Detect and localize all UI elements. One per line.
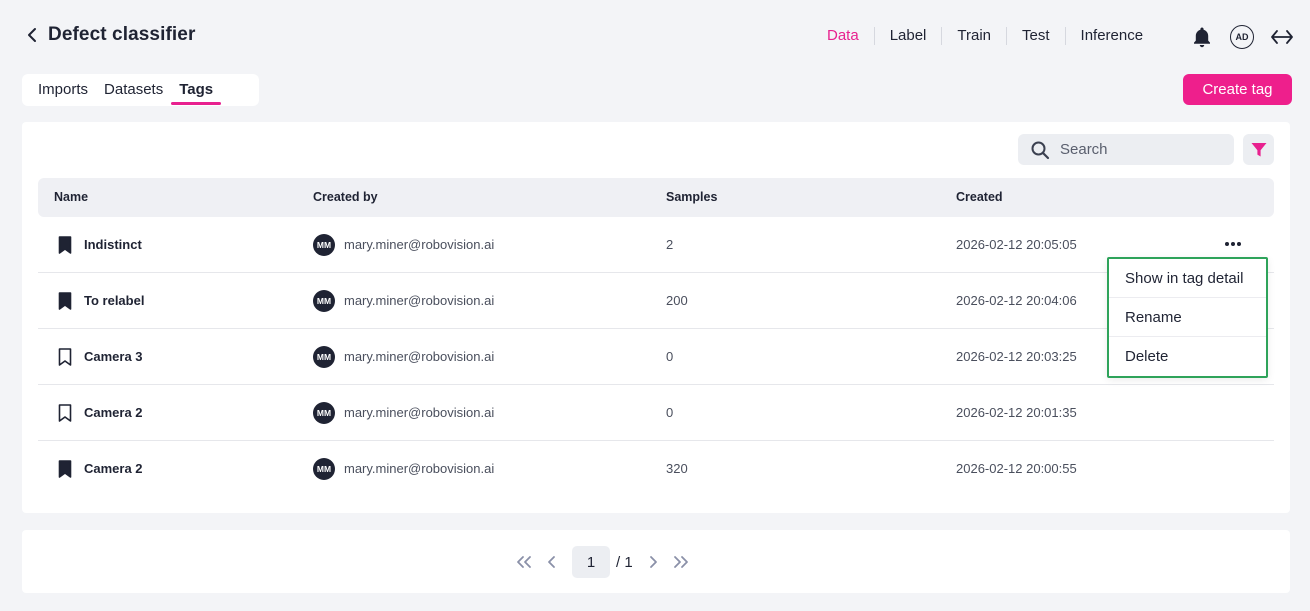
creator-cell: MM mary.miner@robovision.ai (313, 441, 494, 497)
samples-cell: 0 (666, 349, 674, 364)
avatar: MM (313, 346, 335, 368)
chevrons-right-icon (673, 556, 688, 568)
nav-inference[interactable]: Inference (1066, 26, 1159, 46)
tab-imports[interactable]: Imports (30, 74, 96, 106)
tag-name: Camera 2 (84, 461, 143, 476)
page-number-input[interactable] (572, 546, 610, 578)
name-cell: Camera 2 (58, 441, 143, 497)
column-header-samples[interactable]: Samples (666, 178, 717, 217)
row-more-button[interactable] (1222, 233, 1244, 255)
search-input[interactable] (1060, 141, 1220, 158)
create-tag-button[interactable]: Create tag (1183, 74, 1292, 105)
filter-button[interactable] (1243, 134, 1274, 165)
user-avatar[interactable]: AD (1230, 25, 1254, 49)
search-box[interactable] (1018, 134, 1234, 165)
filter-icon (1251, 142, 1266, 156)
more-dots-icon (1225, 242, 1229, 246)
tag-name: Camera 3 (84, 349, 143, 364)
created-cell: 2026-02-12 20:05:05 (956, 237, 1077, 252)
creator-email: mary.miner@robovision.ai (344, 349, 495, 364)
row-context-menu: Show in tag detail Rename Delete (1107, 257, 1268, 378)
pagination: / 1 (510, 546, 695, 578)
chevron-right-icon (649, 556, 657, 568)
name-cell: Indistinct (58, 217, 142, 273)
chevron-left-icon (28, 28, 36, 42)
tag-name: To relabel (84, 293, 145, 308)
column-header-created[interactable]: Created (956, 178, 1003, 217)
previous-page-button[interactable] (538, 546, 566, 578)
bell-icon[interactable] (1190, 25, 1214, 49)
tag-name: Indistinct (84, 237, 142, 252)
bookmark-filled-icon (58, 236, 72, 254)
tab-bar: Imports Datasets Tags (22, 74, 259, 106)
chevrons-left-icon (517, 556, 531, 568)
creator-email: mary.miner@robovision.ai (344, 461, 495, 476)
creator-email: mary.miner@robovision.ai (344, 237, 495, 252)
chevron-left-icon (548, 556, 555, 568)
menu-show-in-tag-detail[interactable]: Show in tag detail (1109, 259, 1266, 298)
bookmark-outline-icon (58, 404, 72, 422)
tab-tags[interactable]: Tags (171, 74, 222, 106)
next-page-button[interactable] (639, 546, 667, 578)
tags-card: Name Created by Samples Created Indistin… (22, 122, 1290, 513)
back-button[interactable]: Defect classifier (26, 24, 195, 46)
created-cell: 2026-02-12 20:03:25 (956, 349, 1077, 364)
nav-test[interactable]: Test (1007, 26, 1065, 46)
top-nav: Data Label Train Test Inference (812, 26, 1158, 46)
samples-cell: 0 (666, 405, 674, 420)
created-cell: 2026-02-12 20:04:06 (956, 293, 1077, 308)
tag-name: Camera 2 (84, 405, 143, 420)
table-row[interactable]: Camera 3 MM mary.miner@robovision.ai 0 2… (38, 329, 1274, 385)
samples-cell: 200 (666, 293, 688, 308)
avatar: MM (313, 234, 335, 256)
creator-email: mary.miner@robovision.ai (344, 293, 495, 308)
table-row[interactable]: Camera 2 MM mary.miner@robovision.ai 320… (38, 441, 1274, 497)
creator-cell: MM mary.miner@robovision.ai (313, 385, 494, 441)
code-arrows-icon[interactable] (1270, 26, 1294, 48)
table-row[interactable]: Indistinct MM mary.miner@robovision.ai 2… (38, 217, 1274, 273)
last-page-button[interactable] (667, 546, 695, 578)
avatar: MM (313, 402, 335, 424)
header: Defect classifier Data Label Train Test … (0, 0, 1310, 72)
nav-data[interactable]: Data (812, 26, 874, 46)
table-row[interactable]: Camera 2 MM mary.miner@robovision.ai 0 2… (38, 385, 1274, 441)
search-icon (1031, 141, 1050, 159)
nav-label[interactable]: Label (875, 26, 942, 46)
avatar: MM (313, 458, 335, 480)
samples-cell: 2 (666, 237, 674, 252)
nav-train[interactable]: Train (942, 26, 1006, 46)
bookmark-filled-icon (58, 460, 72, 478)
app-title: Defect classifier (48, 24, 196, 45)
name-cell: Camera 3 (58, 329, 143, 385)
column-header-created-by[interactable]: Created by (313, 178, 378, 217)
first-page-button[interactable] (510, 546, 538, 578)
creator-cell: MM mary.miner@robovision.ai (313, 329, 494, 385)
creator-cell: MM mary.miner@robovision.ai (313, 217, 494, 273)
avatar: MM (313, 290, 335, 312)
table-header: Name Created by Samples Created (38, 178, 1274, 217)
name-cell: To relabel (58, 273, 144, 329)
page-total: / 1 (616, 553, 633, 571)
pagination-card: / 1 (22, 530, 1290, 593)
tab-datasets[interactable]: Datasets (96, 74, 171, 106)
menu-rename[interactable]: Rename (1109, 298, 1266, 337)
name-cell: Camera 2 (58, 385, 143, 441)
creator-cell: MM mary.miner@robovision.ai (313, 273, 494, 329)
samples-cell: 320 (666, 461, 688, 476)
created-cell: 2026-02-12 20:00:55 (956, 461, 1077, 476)
creator-email: mary.miner@robovision.ai (344, 405, 495, 420)
bookmark-filled-icon (58, 292, 72, 310)
menu-delete[interactable]: Delete (1109, 337, 1266, 376)
bookmark-outline-icon (58, 348, 72, 366)
column-header-name[interactable]: Name (54, 178, 88, 217)
created-cell: 2026-02-12 20:01:35 (956, 405, 1077, 420)
table-row[interactable]: To relabel MM mary.miner@robovision.ai 2… (38, 273, 1274, 329)
